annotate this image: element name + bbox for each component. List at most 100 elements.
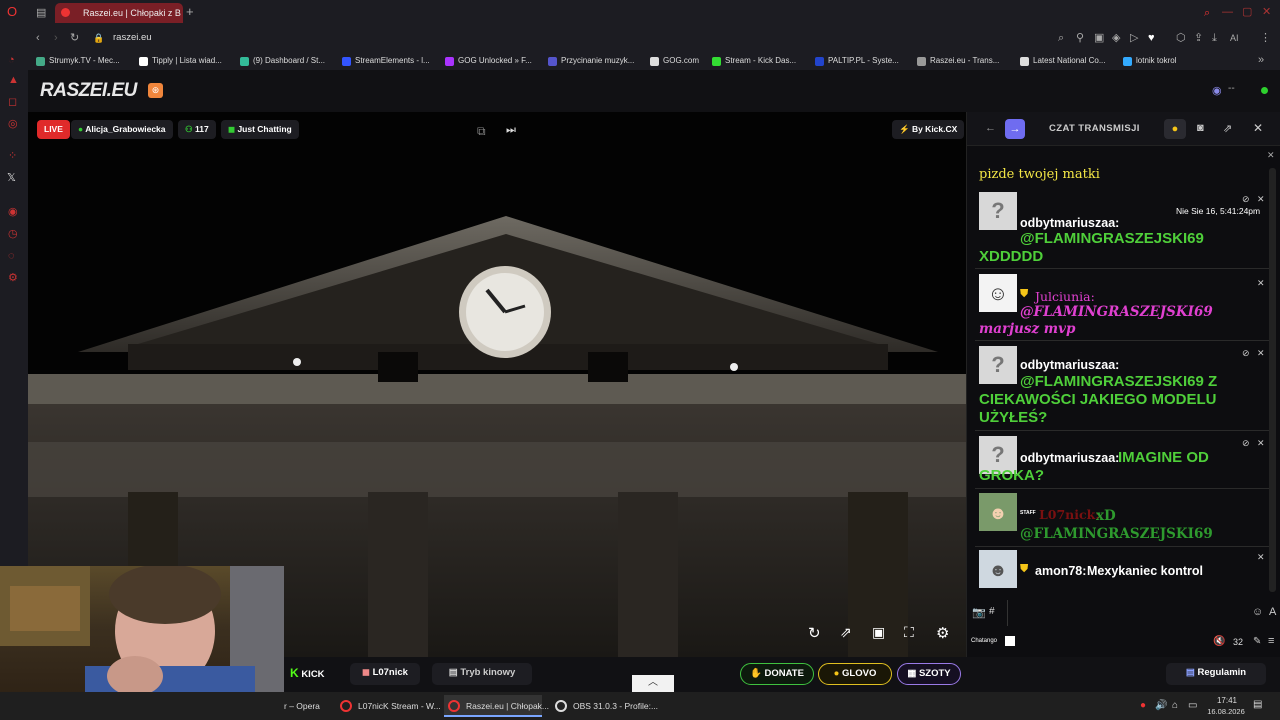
download-icon[interactable]: ⤓ (1212, 32, 1217, 44)
chat-message-input[interactable] (1007, 600, 1247, 626)
menu-icon[interactable]: ⋮ (1260, 32, 1271, 44)
extensions-icon[interactable]: ⬡ (1176, 32, 1186, 44)
delete-icon[interactable]: ✕ (1257, 278, 1265, 289)
message-username[interactable]: odbytmariuszaa: (1020, 358, 1119, 372)
tab-menu-icon[interactable]: ▤ (36, 7, 46, 19)
sidebar-pinboard-icon[interactable]: ◌ (8, 250, 15, 262)
pin-icon[interactable]: ⚲ (1076, 32, 1084, 44)
tray-network-icon[interactable]: ⌂ (1172, 700, 1178, 711)
share-icon[interactable]: ⇪ (1194, 32, 1203, 44)
font-icon[interactable]: A (1269, 606, 1276, 618)
delete-icon[interactable]: ✕ (1257, 194, 1265, 205)
streamer-name[interactable]: ● Alicja_Grabowiecka (71, 120, 173, 139)
skip-icon[interactable]: ⏭ (506, 124, 516, 137)
pip-icon[interactable]: ▣ (872, 624, 885, 641)
chat-popout-icon[interactable]: ⇗ (1223, 122, 1232, 135)
sidebar-messenger-icon[interactable]: ◔ (8, 54, 15, 66)
reload-icon[interactable]: ↻ (70, 32, 79, 44)
tray-opera-icon[interactable]: ● (1140, 700, 1146, 711)
bookmarks-overflow-icon[interactable]: » (1258, 54, 1264, 66)
player-icon[interactable]: ▷ (1130, 32, 1138, 44)
tray-battery-icon[interactable]: ▭ (1188, 700, 1197, 711)
bookmark-item[interactable]: PALTIP.PL - Syste... (815, 54, 899, 68)
zoom-icon[interactable]: ⌕ (1058, 32, 1064, 44)
glovo-button[interactable]: ● GLOVO (818, 663, 892, 685)
tray-volume-icon[interactable]: 🔊 (1155, 700, 1167, 711)
new-tab-icon[interactable]: + (186, 5, 194, 18)
emoji-icon[interactable]: ☺ (1252, 606, 1263, 618)
channel-link[interactable]: ◼ L07nick (350, 663, 420, 685)
bookmark-item[interactable]: Stream - Kick Das... (712, 54, 796, 68)
search-tabs-icon[interactable]: ⌕ (1204, 7, 1210, 19)
sidebar-instagram-icon[interactable]: ◻ (8, 96, 17, 108)
rewind-icon[interactable]: ↻ (808, 624, 821, 642)
forward-icon[interactable]: › (54, 32, 58, 44)
ban-icon[interactable]: ⊘ (1242, 194, 1250, 205)
cinema-mode-button[interactable]: ▤ Tryb kinowy (432, 663, 532, 685)
settings-gear-icon[interactable]: ⚙ (936, 624, 949, 642)
taskbar-obs[interactable]: OBS 31.0.3 - Profile:... (551, 695, 658, 717)
tab-raszei[interactable]: Raszei.eu | Chłopaki z B (55, 3, 183, 23)
fullscreen-icon[interactable]: ⛶ (904, 624, 914, 641)
clock-date[interactable]: 16.08.2026 (1203, 707, 1249, 716)
sidebar-player-icon[interactable]: ◉ (8, 206, 18, 218)
back-icon[interactable]: ‹ (36, 32, 40, 44)
pinned-close-icon[interactable]: ✕ (1267, 150, 1275, 161)
sidebar-workspaces-icon[interactable]: ⁘ (8, 150, 17, 162)
coin-icon[interactable]: ● (1164, 119, 1186, 139)
sidebar-whatsapp-icon[interactable]: ◎ (8, 118, 18, 130)
taskbar-raszei[interactable]: Raszei.eu | Chłopak... (444, 695, 549, 717)
source-badge[interactable]: ⚡ By Kick.CX (892, 120, 965, 139)
site-logo[interactable]: RASZEI.EU (40, 80, 137, 102)
chat-menu-icon[interactable]: ≡ (1268, 635, 1274, 647)
snapshot-icon[interactable]: ▣ (1094, 32, 1104, 44)
delete-icon[interactable]: ✕ (1257, 348, 1265, 359)
discord-icon[interactable]: ◙ (1197, 122, 1204, 134)
bookmark-item[interactable]: lotnik tokrol (1123, 54, 1176, 68)
rss-icon[interactable]: ⊛ (148, 83, 163, 98)
ban-icon[interactable]: ⊘ (1242, 348, 1250, 359)
bookmark-item[interactable]: GOG.com (650, 54, 699, 68)
bookmark-item[interactable]: Strumyk.TV - Mec... (36, 54, 120, 68)
chat-back-icon[interactable]: ← (985, 122, 996, 134)
shield-icon[interactable]: ◈ (1112, 32, 1120, 44)
heart-icon[interactable]: ♥ (1148, 32, 1155, 44)
url-field[interactable]: raszei.eu (113, 32, 152, 43)
chat-forward-icon[interactable]: → (1005, 119, 1025, 139)
bookmark-item[interactable]: Przycinanie muzyk... (548, 54, 634, 68)
sidebar-settings-icon[interactable]: ⚙ (8, 272, 18, 284)
bookmark-item[interactable]: Latest National Co... (1020, 54, 1105, 68)
scroll-up-button[interactable]: ︿ (632, 675, 674, 693)
donate-button[interactable]: ✋ DONATE (740, 663, 814, 685)
bookmark-item[interactable]: GOG Unlocked » F... (445, 54, 532, 68)
message-username[interactable]: odbytmariuszaa: (1020, 216, 1119, 230)
kick-link[interactable]: K KICK (288, 663, 342, 685)
delete-icon[interactable]: ✕ (1257, 438, 1265, 449)
delete-icon[interactable]: ✕ (1257, 552, 1265, 563)
sidebar-history-icon[interactable]: ◷ (8, 228, 18, 240)
ai-button[interactable]: AI (1230, 32, 1239, 44)
taskbar-l07nick[interactable]: L07nicK Stream - W... (336, 695, 441, 717)
minimize-icon[interactable]: — (1222, 6, 1233, 18)
bookmark-item[interactable]: StreamElements - l... (342, 54, 430, 68)
sidebar-x-icon[interactable]: 𝕏 (7, 172, 16, 184)
external-link-icon[interactable]: ⇗ (840, 624, 852, 641)
message-username[interactable]: amon78: (1035, 564, 1086, 578)
notifications-icon[interactable]: ▤ (1253, 699, 1262, 710)
close-window-icon[interactable]: ✕ (1262, 6, 1271, 18)
popout-icon[interactable]: ⧉ (477, 124, 486, 139)
opera-logo-icon[interactable]: O (7, 5, 17, 18)
chat-close-icon[interactable]: ✕ (1253, 121, 1263, 135)
category-badge[interactable]: ◼ Just Chatting (221, 120, 299, 139)
maximize-icon[interactable]: ▢ (1242, 6, 1252, 18)
pen-icon[interactable]: ✎ (1253, 636, 1261, 647)
bookmark-item[interactable]: Raszei.eu - Trans... (917, 54, 999, 68)
chatango-label[interactable]: Chatango (971, 638, 997, 644)
taskbar-opera[interactable]: r – Opera (280, 695, 320, 717)
clock-time[interactable]: 17:41 (1212, 696, 1242, 705)
sidebar-aria-icon[interactable]: ▲ (8, 74, 19, 86)
message-username[interactable]: Julciunia: (1035, 289, 1095, 304)
camera-icon[interactable]: 📷 (972, 606, 986, 619)
szoty-button[interactable]: ▦ SZOTY (897, 663, 961, 685)
chat-scrollbar[interactable] (1269, 168, 1276, 592)
